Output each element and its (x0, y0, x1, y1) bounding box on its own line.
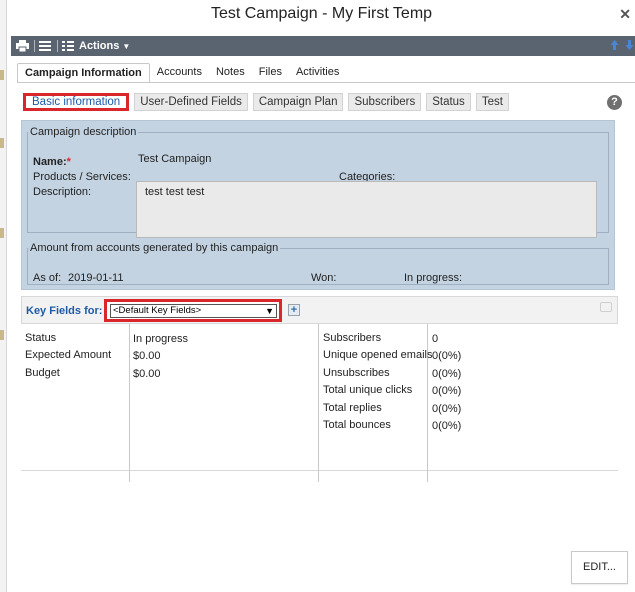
products-label: Products / Services: (33, 171, 131, 183)
kf-replies-label: Total replies (323, 402, 382, 414)
edit-button[interactable]: EDIT... (571, 551, 628, 584)
column-divider (427, 324, 428, 482)
tab-campaign-information[interactable]: Campaign Information (17, 63, 150, 83)
description-field[interactable]: test test test (136, 181, 597, 238)
subtab-campaign-plan[interactable]: Campaign Plan (252, 93, 344, 111)
toolbar-separator (34, 40, 35, 52)
kf-budget-value: $0.00 (133, 368, 161, 380)
kf-bounces-label: Total bounces (323, 419, 391, 431)
key-fields-label: Key Fields for: (26, 305, 103, 317)
main-tabs: Campaign Information Accounts Notes File… (17, 63, 346, 83)
toolbar-nav (610, 39, 634, 51)
chevron-down-icon[interactable]: ▼ (122, 42, 130, 51)
kf-unique-opened-label: Unique opened emails (323, 349, 433, 361)
basic-info-panel: Campaign description Name:* Test Campaig… (21, 120, 615, 290)
key-fields-selected-value: <Default Key Fields> (113, 305, 202, 316)
screen-icon[interactable] (600, 302, 612, 312)
description-label: Description: (33, 186, 92, 198)
kf-subscribers-value: 0 (432, 333, 439, 345)
tabs-divider (17, 82, 635, 83)
kf-unique-opened-value: 0(0%) (432, 350, 462, 362)
actions-icon[interactable] (61, 39, 75, 53)
kf-expected-amount-label: Expected Amount (25, 349, 112, 361)
key-fields-highlight: <Default Key Fields> ▼ (104, 299, 282, 322)
kf-status-value: In progress (133, 333, 189, 345)
help-icon[interactable]: ? (607, 95, 622, 110)
as-of-label: As of: (33, 272, 62, 284)
subtab-status[interactable]: Status (426, 93, 471, 111)
kf-expected-amount-value: $0.00 (133, 350, 161, 362)
amount-group: Amount from accounts generated by this c… (27, 242, 609, 285)
kf-unique-clicks-label: Total unique clicks (323, 384, 413, 396)
required-marker: * (66, 156, 71, 168)
kf-subscribers-label: Subscribers (323, 332, 382, 344)
subtab-basic-information[interactable]: Basic information (23, 93, 130, 111)
kf-unsubscribes-label: Unsubscribes (323, 367, 390, 379)
campaign-description-group: Campaign description Name:* Test Campaig… (27, 126, 609, 238)
key-fields-body: Status In progress Expected Amount $0.00… (21, 324, 618, 482)
kf-replies-value: 0(0%) (432, 403, 462, 415)
actions-menu[interactable]: Actions (79, 40, 119, 52)
arrow-down-icon[interactable] (625, 39, 634, 51)
kf-bounces-value: 0(0%) (432, 420, 462, 432)
column-divider (129, 324, 130, 482)
name-label: Name:* (33, 156, 71, 168)
tab-files[interactable]: Files (252, 63, 289, 83)
subtab-subscribers[interactable]: Subscribers (348, 93, 422, 111)
print-icon[interactable] (15, 39, 29, 53)
tab-notes[interactable]: Notes (209, 63, 252, 83)
tab-activities[interactable]: Activities (289, 63, 346, 83)
sub-tabs: Basic information User-Defined Fields Ca… (23, 93, 509, 111)
kf-unique-clicks-value: 0(0%) (432, 385, 462, 397)
won-label: Won: (311, 272, 337, 284)
close-icon[interactable]: ✕ (619, 7, 631, 21)
key-fields-select[interactable]: <Default Key Fields> ▼ (110, 304, 277, 318)
campaign-description-legend: Campaign description (30, 126, 137, 138)
campaign-window: Test Campaign - My First Temp ✕ Actions … (6, 0, 635, 592)
title-bar: Test Campaign - My First Temp ✕ (7, 0, 635, 32)
kf-unsubscribes-value: 0(0%) (432, 368, 462, 380)
toolbar-separator (57, 40, 58, 52)
add-key-field-icon[interactable]: + (288, 304, 300, 316)
toolbar: Actions ▼ (11, 36, 635, 56)
arrow-up-icon[interactable] (610, 39, 619, 51)
amount-legend: Amount from accounts generated by this c… (30, 242, 279, 254)
subtab-test[interactable]: Test (475, 93, 509, 111)
kf-status-label: Status (25, 332, 57, 344)
list-icon[interactable] (38, 39, 52, 53)
name-value[interactable]: Test Campaign (138, 153, 211, 165)
as-of-value: 2019-01-11 (68, 272, 124, 284)
chevron-down-icon: ▼ (265, 306, 274, 316)
window-title: Test Campaign - My First Temp (210, 5, 433, 22)
kf-budget-label: Budget (25, 367, 60, 379)
key-fields-header: Key Fields for: <Default Key Fields> ▼ + (21, 296, 618, 324)
column-divider (318, 324, 319, 482)
tab-accounts[interactable]: Accounts (150, 63, 209, 83)
subtab-user-defined-fields[interactable]: User-Defined Fields (134, 93, 248, 111)
in-progress-label: In progress: (404, 272, 463, 284)
